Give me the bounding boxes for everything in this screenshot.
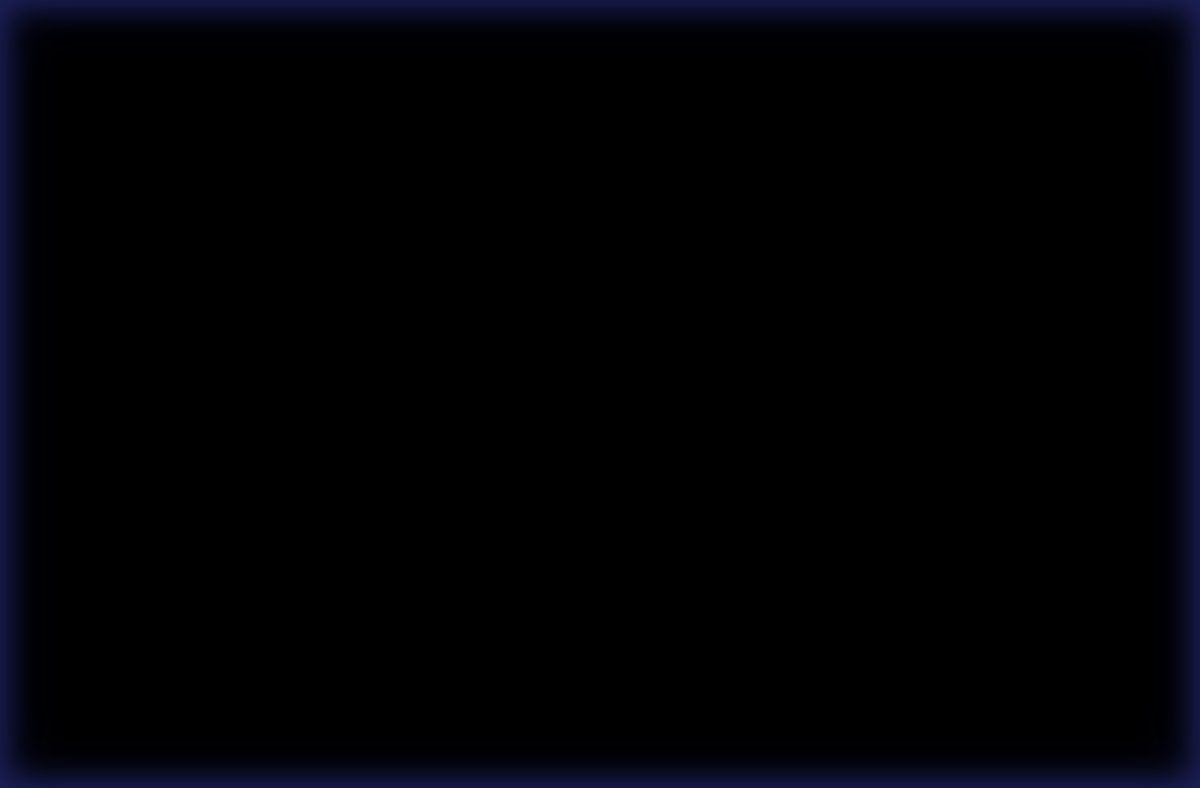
- feature-title: Amazon ready: [73, 455, 215, 478]
- feature-title: Hindi & English reels: [641, 455, 847, 478]
- nav-links: How it works Features Work Pricing: [454, 22, 748, 38]
- feature-description: Lip-synced voiceovers. 8 voice choices.: [641, 495, 887, 511]
- nav-link-how-it-works[interactable]: How it works: [454, 22, 533, 38]
- brand-logo[interactable]: Jewelshoot: [42, 19, 154, 39]
- feature-card-amazon-ready: Amazon ready Pure-white listing mode. On…: [44, 387, 588, 544]
- feature-title: Approve before you pay: [73, 636, 309, 659]
- nav-link-work[interactable]: Work: [645, 22, 677, 38]
- heading-prefix: Built for: [432, 90, 594, 136]
- feature-description: Brand stamping on Pro and above.: [641, 676, 858, 692]
- heading-suffix: .: [756, 90, 768, 136]
- feature-description: Tuned for oxidised silver, kundan, meena…: [73, 315, 746, 331]
- feature-title: Every stone preserved.: [73, 276, 300, 299]
- top-nav: Jewelshoot How it works Features Work Pr…: [0, 0, 1200, 61]
- brand-name: Jewelshoot: [63, 19, 154, 38]
- feature-card-stone-preserved: Every stone preserved. Tuned for oxidise…: [44, 193, 1156, 362]
- feature-card-your-logo: Your logo, every render Brand stamping o…: [612, 568, 1156, 724]
- outline-sparkle-icon: [641, 597, 663, 619]
- outline-diamond-icon: [73, 597, 95, 619]
- feature-card-approve-before-pay: Approve before you pay Preview the first…: [44, 568, 588, 724]
- feature-title: Your logo, every render: [641, 636, 871, 659]
- feature-card-hindi-english-reels: Hindi & English reels Lip-synced voiceov…: [612, 387, 1156, 544]
- nav-link-features[interactable]: Features: [561, 22, 616, 38]
- sparkle-icon: [73, 416, 95, 438]
- feature-description: Preview the first frame. 3 free re-rolls…: [73, 676, 307, 692]
- feature-description: Pure-white listing mode. One toggle.: [73, 495, 299, 511]
- start-free-button[interactable]: Start free →: [1053, 12, 1156, 48]
- brand-diamond-icon: [42, 23, 54, 35]
- nav-link-pricing[interactable]: Pricing: [705, 22, 748, 38]
- diamond-icon: [73, 229, 95, 251]
- diamond-cluster-icon: [641, 416, 663, 438]
- heading-accent: jewellery: [593, 90, 757, 136]
- section-heading: Built for jewellery.: [0, 90, 1200, 137]
